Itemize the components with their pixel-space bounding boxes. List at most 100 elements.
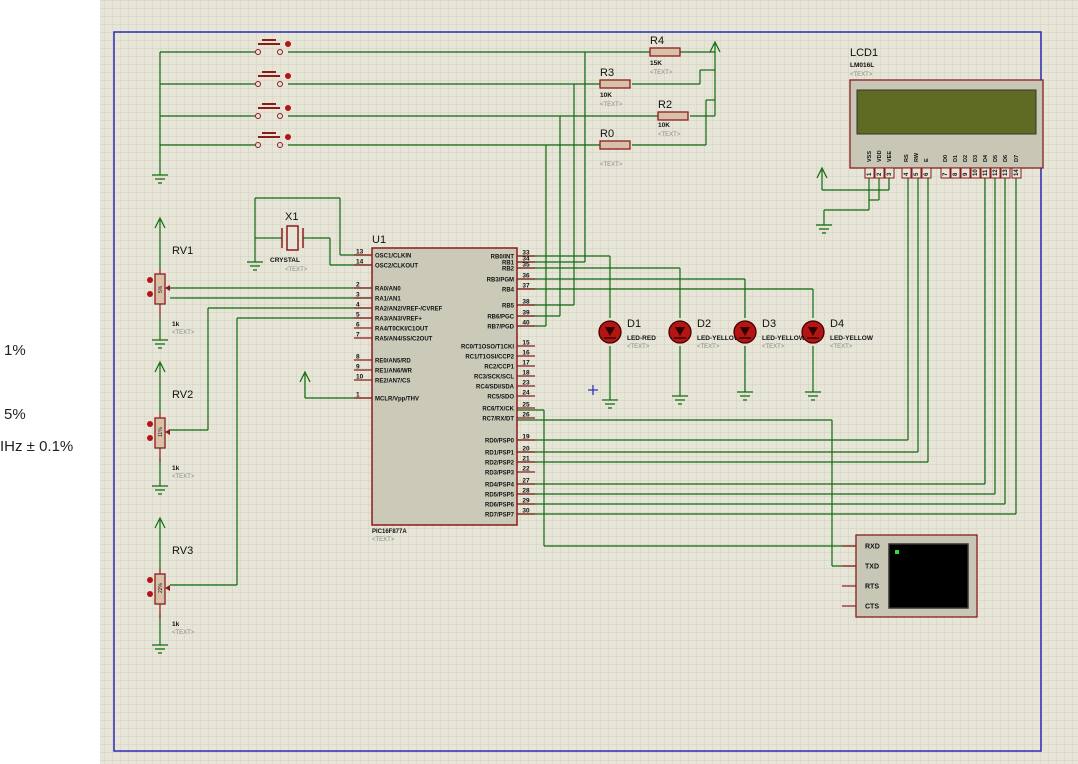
- chip-pin-number: 14: [356, 259, 364, 266]
- terminal-pin-name: RXD: [865, 544, 880, 551]
- pot-pin: [147, 291, 153, 297]
- pot-ref: RV2: [172, 389, 193, 401]
- chip-pin-number: 5: [356, 312, 360, 319]
- resistor-text-tag: <TEXT>: [658, 132, 681, 138]
- chip-pin-name: RD6/PSP6: [485, 503, 515, 509]
- lcd-pin-number: 14: [1014, 169, 1020, 176]
- chip-pin-name: RC4/SDI/SDA: [476, 385, 515, 391]
- chip-pin-number: 26: [522, 412, 530, 419]
- chip-pin-number: 15: [522, 340, 530, 347]
- lcd-part: LM016L: [850, 62, 874, 69]
- chip-pin-name: RD2/PSP2: [485, 461, 515, 467]
- resistor-body: [649, 47, 681, 57]
- chip-pin-name: RB2: [502, 267, 515, 273]
- chip-pin-name: RA2/AN2/VREF-/CVREF: [375, 307, 443, 313]
- virtual-terminal[interactable]: RXD TXD RTS CTS: [842, 534, 978, 618]
- resistor-body: [599, 79, 631, 89]
- chip-pin-name: OSC1/CLKIN: [375, 254, 411, 260]
- lcd-ref: LCD1: [850, 47, 878, 59]
- chip-pin-name: RD7/PSP7: [485, 513, 515, 519]
- lcd-pin-name: VDD: [877, 150, 883, 162]
- resistor-ref: R4: [650, 35, 664, 47]
- chip-pin-name: RC6/TX/CK: [482, 407, 514, 413]
- chip-pin-name: RE1/AN6/WR: [375, 369, 413, 375]
- pot-value: 1k: [172, 621, 180, 628]
- side-text-1: 1%: [4, 342, 26, 359]
- chip-part: PIC16F877A: [372, 529, 407, 535]
- pot-text-tag: <TEXT>: [172, 330, 195, 336]
- chip-pin-name: RA5/AN4/SS/C2OUT: [375, 337, 433, 343]
- chip-pin-name: MCLR/Vpp/THV: [375, 397, 419, 403]
- led-part: LED-YELLOW: [762, 335, 806, 342]
- lcd-pin-number: 13: [1003, 169, 1009, 176]
- chip-pin-name: RB5: [502, 304, 515, 310]
- lcd-pin-name: VEE: [887, 151, 893, 162]
- pic-microcontroller[interactable]: U1PIC16F877A<TEXT>13OSC1/CLKIN14OSC2/CLK…: [354, 234, 535, 543]
- chip-pin-name: RD0/PSP0: [485, 439, 515, 445]
- led-ref: D1: [627, 318, 641, 330]
- chip-pin-number: 40: [522, 320, 530, 327]
- left-panel: 1% 5% IHz ± 0.1%: [0, 0, 100, 764]
- chip-pin-number: 22: [522, 466, 530, 473]
- pot-pin: [147, 577, 153, 583]
- resistor-ref: R2: [658, 99, 672, 111]
- chip-pin-number: 9: [356, 364, 360, 371]
- led-ref: D3: [762, 318, 776, 330]
- chip-pin-number: 21: [522, 456, 530, 463]
- pot-value: 1k: [172, 465, 180, 472]
- chip-pin-number: 16: [522, 350, 530, 357]
- chip-pin-number: 20: [522, 446, 530, 453]
- chip-pin-name: RB3/PGM: [487, 278, 514, 284]
- chip-pin-number: 27: [522, 478, 530, 485]
- lcd-text-tag: <TEXT>: [850, 72, 873, 78]
- chip-pin-name: RC5/SDO: [487, 395, 514, 401]
- terminal-cursor: [895, 550, 899, 554]
- led-text-tag: <TEXT>: [830, 344, 853, 350]
- lcd-pin-name: D2: [963, 155, 969, 162]
- chip-pin-name: RB7/PGD: [487, 325, 514, 331]
- chip-pin-name: RD5/PSP5: [485, 493, 515, 499]
- pot-pin: [147, 591, 153, 597]
- chip-pin-number: 36: [522, 273, 530, 280]
- chip-pin-number: 1: [356, 392, 360, 399]
- led-part: LED-YELLOW: [830, 335, 874, 342]
- chip-pin-number: 2: [356, 282, 360, 289]
- resistor-value: 10K: [658, 122, 670, 129]
- resistor-text-tag: <TEXT>: [650, 70, 673, 76]
- pot-pin: [147, 421, 153, 427]
- chip-pin-number: 30: [522, 508, 530, 515]
- led-text-tag: <TEXT>: [697, 344, 720, 350]
- schematic-sheet[interactable]: U1PIC16F877A<TEXT>13OSC1/CLKIN14OSC2/CLK…: [100, 0, 1078, 764]
- lcd-pin-name: D6: [1003, 155, 1009, 162]
- chip-pin-name: OSC2/CLKOUT: [375, 264, 418, 270]
- led-part: LED-RED: [627, 335, 656, 342]
- chip-pin-number: 4: [356, 302, 360, 309]
- crystal-ref: X1: [285, 211, 298, 223]
- chip-pin-name: RD4/PSP4: [485, 483, 515, 489]
- chip-pin-number: 6: [356, 322, 360, 329]
- chip-pin-name: RC3/SCK/SCL: [474, 375, 514, 381]
- terminal-pin-name: TXD: [865, 564, 879, 571]
- resistor-ref: R3: [600, 67, 614, 79]
- led-ref: D2: [697, 318, 711, 330]
- chip-pin-name: RE0/AN5/RD: [375, 359, 411, 365]
- chip-pin-name: RC2/CCP1: [484, 365, 514, 371]
- resistor-value: 10K: [600, 92, 612, 99]
- chip-pin-number: 8: [356, 354, 360, 361]
- chip-pin-number: 3: [356, 292, 360, 299]
- chip-pin-name: RA3/AN3/VREF+: [375, 317, 422, 323]
- side-text-3: IHz ± 0.1%: [0, 438, 74, 455]
- chip-pin-number: 19: [522, 434, 530, 441]
- chip-text-tag: <TEXT>: [372, 537, 395, 543]
- lcd-pin-name: VSS: [867, 151, 873, 162]
- lcd-pin-number: 11: [983, 169, 989, 176]
- pot-ref: RV1: [172, 245, 193, 257]
- pot-text-tag: <TEXT>: [172, 630, 195, 636]
- chip-pin-name: RC0/T1OSO/T1CKI: [461, 345, 514, 351]
- led-text-tag: <TEXT>: [762, 344, 785, 350]
- terminal-pin-name: RTS: [865, 584, 879, 591]
- resistor-ref: R0: [600, 128, 614, 140]
- chip-pin-number: 23: [522, 380, 530, 387]
- resistor-text-tag: <TEXT>: [600, 162, 623, 168]
- chip-pin-number: 24: [522, 390, 530, 397]
